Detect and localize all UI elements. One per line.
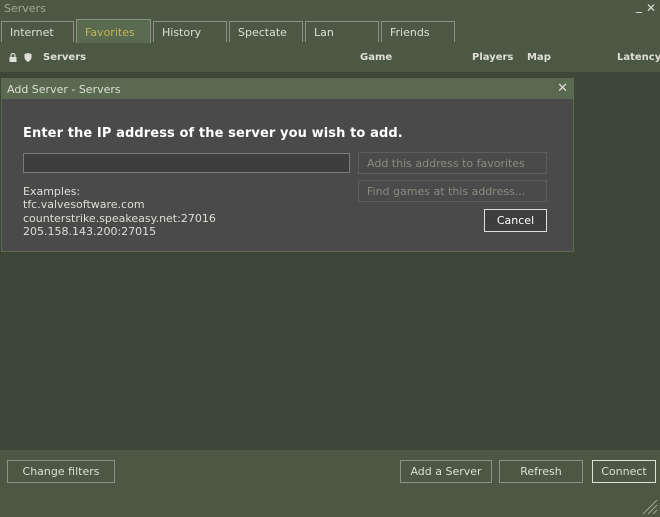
column-players[interactable]: Players [472,52,513,63]
cancel-button[interactable]: Cancel [484,209,547,232]
window-titlebar: Servers _ ✕ [0,0,660,18]
resize-grip-icon[interactable] [640,497,658,515]
window-close-button[interactable]: ✕ [646,1,656,15]
example-item: 205.158.143.200:27015 [23,224,157,238]
column-map[interactable]: Map [527,52,551,63]
shield-icon[interactable] [24,53,32,62]
dialog-titlebar[interactable]: Add Server - Servers ✕ [2,79,573,99]
server-list-header: Servers Game Players Map Latency [0,43,660,72]
minimize-button[interactable]: _ [636,0,642,13]
column-servers[interactable]: Servers [43,52,86,63]
dialog-close-button[interactable]: ✕ [557,81,568,96]
tab-internet[interactable]: Internet [1,21,74,42]
lock-icon[interactable] [9,53,17,62]
tab-favorites[interactable]: Favorites [76,19,151,43]
tab-friends[interactable]: Friends [381,21,455,42]
window-title: Servers [4,2,46,15]
bottom-toolbar: Change filters Add a Server Refresh Conn… [0,450,660,493]
refresh-button[interactable]: Refresh [499,460,583,483]
examples-block: Examples: tfc.valvesoftware.com counters… [23,185,216,238]
dialog-body: Enter the IP address of the server you w… [2,99,573,251]
connect-button[interactable]: Connect [592,460,656,483]
tab-history[interactable]: History [153,21,227,42]
example-item: tfc.valvesoftware.com [23,198,145,212]
tab-bar: Internet Favorites History Spectate Lan … [0,18,660,43]
dialog-title: Add Server - Servers [7,83,121,96]
tab-spectate[interactable]: Spectate [229,21,303,42]
column-game[interactable]: Game [360,52,392,63]
add-server-dialog: Add Server - Servers ✕ Enter the IP addr… [1,78,574,252]
dialog-prompt: Enter the IP address of the server you w… [23,126,403,141]
column-latency[interactable]: Latency [617,52,660,63]
status-bar [0,493,660,517]
find-games-button[interactable]: Find games at this address... [358,180,547,202]
example-item: counterstrike.speakeasy.net:27016 [23,211,216,225]
add-to-favorites-button[interactable]: Add this address to favorites [358,152,547,174]
examples-label: Examples: [23,185,81,198]
add-server-button[interactable]: Add a Server [400,460,492,483]
tab-lan[interactable]: Lan [305,21,379,42]
change-filters-button[interactable]: Change filters [7,460,115,483]
ip-address-input[interactable] [23,153,350,173]
